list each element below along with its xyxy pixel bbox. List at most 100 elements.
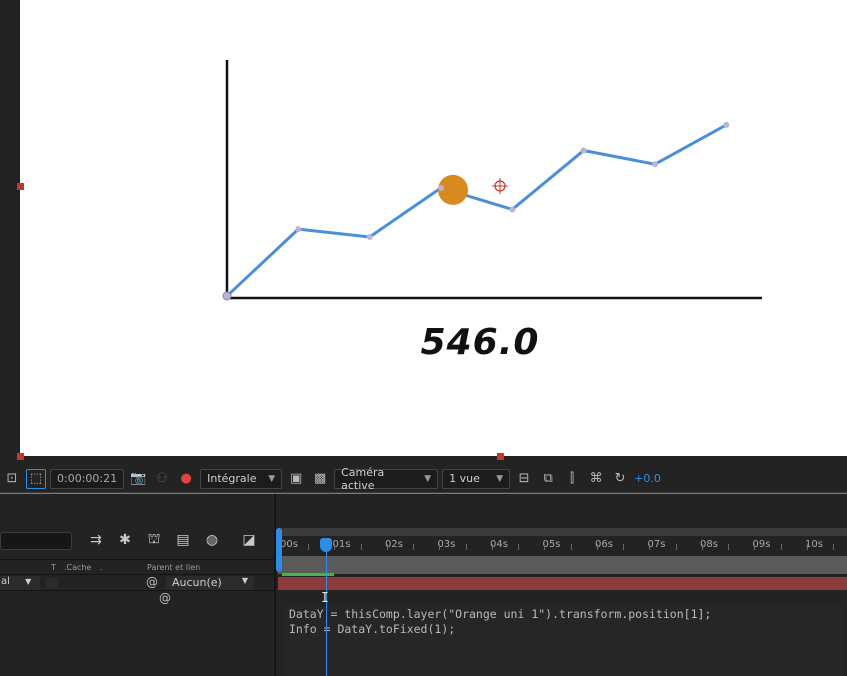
layer-handle-left[interactable] bbox=[17, 183, 24, 190]
after-effects-window: 546.0 ⊡ ⬚ 0:00:00:21 📷 ⚇ ● Intégrale ▼ ▣… bbox=[0, 0, 847, 676]
viewer-margin bbox=[0, 0, 20, 465]
work-area-bar[interactable] bbox=[278, 556, 847, 574]
ruler-tick bbox=[544, 544, 546, 550]
layer-handle-bottom-left[interactable] bbox=[17, 453, 24, 460]
resolution-value: Intégrale bbox=[207, 472, 257, 485]
exposure-value[interactable]: +0.0 bbox=[634, 472, 661, 485]
track-matte-box[interactable] bbox=[46, 578, 58, 588]
ruler-tick bbox=[833, 544, 834, 550]
chevron-down-icon: ▼ bbox=[268, 473, 276, 484]
column-headers: T .Cache . Parent et lien bbox=[0, 559, 274, 575]
ruler-tick bbox=[701, 544, 703, 550]
blend-mode-value: al bbox=[1, 576, 10, 587]
blend-mode-select[interactable]: al ▼ bbox=[0, 576, 40, 590]
ruler-tick bbox=[386, 544, 388, 550]
ruler-tick bbox=[465, 544, 467, 550]
chevron-down-icon: ▼ bbox=[424, 473, 432, 484]
ruler-tick-label: 00s bbox=[280, 539, 298, 550]
chevron-down-icon: ▼ bbox=[496, 473, 504, 484]
composition-canvas[interactable]: 546.0 bbox=[20, 0, 847, 456]
ruler-tick bbox=[780, 544, 782, 550]
expression-pick-whip-icon[interactable]: @ bbox=[159, 591, 171, 605]
data-point[interactable] bbox=[366, 234, 373, 240]
pixel-aspect-icon[interactable]: ⊟ bbox=[514, 469, 534, 489]
series-line bbox=[225, 123, 728, 298]
motion-blur-icon[interactable]: ◍ bbox=[201, 530, 223, 550]
current-time-display[interactable]: 0:00:00:21 bbox=[50, 468, 125, 489]
expression-line-2: Info = DataY.toFixed(1); bbox=[289, 622, 456, 636]
data-point[interactable] bbox=[438, 184, 444, 191]
pick-whip-icon[interactable]: @ bbox=[146, 575, 158, 589]
fast-preview-icon[interactable]: ▣ bbox=[286, 469, 306, 489]
ruler-tick bbox=[806, 544, 808, 550]
timeline-switches: ⇉ ✱ ⛫ ▤ ◍ ◪ bbox=[85, 530, 260, 550]
ruler-tick bbox=[439, 544, 441, 550]
draft-3d-icon[interactable]: ✱ bbox=[114, 530, 136, 550]
draft-3d-icon[interactable]: ⧉ bbox=[538, 469, 558, 489]
work-area-start-marker[interactable] bbox=[276, 528, 282, 572]
chevron-down-icon: ▼ bbox=[25, 577, 32, 586]
timeline-icon[interactable]: ⫿ bbox=[562, 469, 582, 489]
frame-blending-icon[interactable]: ▤ bbox=[172, 530, 194, 550]
ruler-tick bbox=[675, 544, 677, 550]
data-point[interactable] bbox=[509, 206, 516, 213]
line-chart bbox=[222, 60, 762, 301]
layer-search-input[interactable] bbox=[0, 532, 72, 550]
playhead-handle[interactable] bbox=[320, 538, 332, 552]
expression-editor[interactable]: DataY = thisComp.layer("Orange uni 1").t… bbox=[283, 606, 843, 676]
reset-exposure-icon[interactable]: ↻ bbox=[610, 469, 630, 489]
data-point[interactable] bbox=[295, 226, 302, 233]
col-dot: . bbox=[100, 563, 103, 572]
show-snapshot-icon[interactable]: ⚇ bbox=[152, 469, 172, 489]
data-point[interactable] bbox=[222, 291, 232, 301]
chevron-down-icon: ▼ bbox=[241, 576, 248, 585]
region-of-interest-icon[interactable]: ⊡ bbox=[2, 469, 22, 489]
transparency-grid-toggle-icon[interactable]: ⬚ bbox=[26, 468, 46, 489]
anchor-point-icon[interactable] bbox=[492, 178, 508, 194]
viewer-toolbar: ⊡ ⬚ 0:00:00:21 📷 ⚇ ● Intégrale ▼ ▣ ▩ Cam… bbox=[0, 465, 847, 493]
col-t: T bbox=[51, 563, 56, 572]
view-layout-select[interactable]: 1 vue ▼ bbox=[442, 468, 511, 489]
ruler-tick bbox=[623, 544, 624, 550]
ruler-tick bbox=[491, 544, 493, 550]
color-channels-icon[interactable]: ● bbox=[176, 469, 196, 489]
series-group bbox=[222, 121, 730, 301]
layer-outline-panel: ⇉ ✱ ⛫ ▤ ◍ ◪ T .Cache . Parent et lien al… bbox=[0, 494, 276, 676]
ruler-tick bbox=[518, 544, 519, 550]
camera-view-select[interactable]: Caméra active ▼ bbox=[334, 465, 439, 492]
transparency-grid-icon[interactable]: ▩ bbox=[310, 469, 330, 489]
ruler-tick bbox=[360, 544, 362, 550]
view-layout-value: 1 vue bbox=[449, 472, 480, 485]
col-parent: Parent et lien bbox=[147, 563, 201, 572]
layer-duration-bar[interactable] bbox=[278, 577, 847, 590]
shy-layers-icon[interactable]: ⛫ bbox=[143, 530, 165, 550]
resolution-select[interactable]: Intégrale ▼ bbox=[200, 468, 283, 489]
col-cache: .Cache bbox=[64, 563, 92, 572]
camera-view-value: Caméra active bbox=[341, 465, 385, 492]
playhead-line[interactable] bbox=[326, 538, 327, 676]
graph-editor-icon[interactable]: ◪ bbox=[238, 530, 260, 550]
composition-viewer[interactable]: 546.0 bbox=[0, 0, 847, 465]
parent-value: Aucun(e) bbox=[172, 576, 222, 589]
data-point[interactable] bbox=[723, 121, 730, 128]
ruler-tick bbox=[728, 544, 729, 550]
timeline-panel: ⇉ ✱ ⛫ ▤ ◍ ◪ T .Cache . Parent et lien al… bbox=[0, 493, 847, 676]
expression-line-1: DataY = thisComp.layer("Orange uni 1").t… bbox=[289, 607, 712, 621]
text-cursor-icon: I bbox=[321, 591, 329, 606]
time-navigator[interactable] bbox=[278, 528, 847, 536]
data-readout-text: 546.0 bbox=[420, 322, 540, 363]
composition-flowchart-icon[interactable]: ⇉ bbox=[85, 530, 107, 550]
snapshot-camera-icon[interactable]: 📷 bbox=[128, 469, 148, 489]
ruler-tick bbox=[334, 544, 336, 550]
ruler-tick bbox=[413, 544, 414, 550]
layer-row[interactable]: al ▼ @ Aucun(e) ▼ bbox=[0, 575, 274, 591]
ruler-tick bbox=[754, 544, 756, 550]
ruler-tick bbox=[649, 544, 651, 550]
layer-handle-bottom[interactable] bbox=[497, 453, 504, 460]
ruler-tick bbox=[570, 544, 572, 550]
data-point[interactable] bbox=[580, 147, 587, 154]
data-point[interactable] bbox=[652, 161, 658, 168]
time-graph[interactable]: 00s 01s 02s 03s 04s 05s 06s 07s 08s 09s 10s DataY … bbox=[278, 494, 847, 676]
flowchart-icon[interactable]: ⌘ bbox=[586, 469, 606, 489]
parent-select[interactable]: Aucun(e) ▼ bbox=[166, 576, 254, 590]
